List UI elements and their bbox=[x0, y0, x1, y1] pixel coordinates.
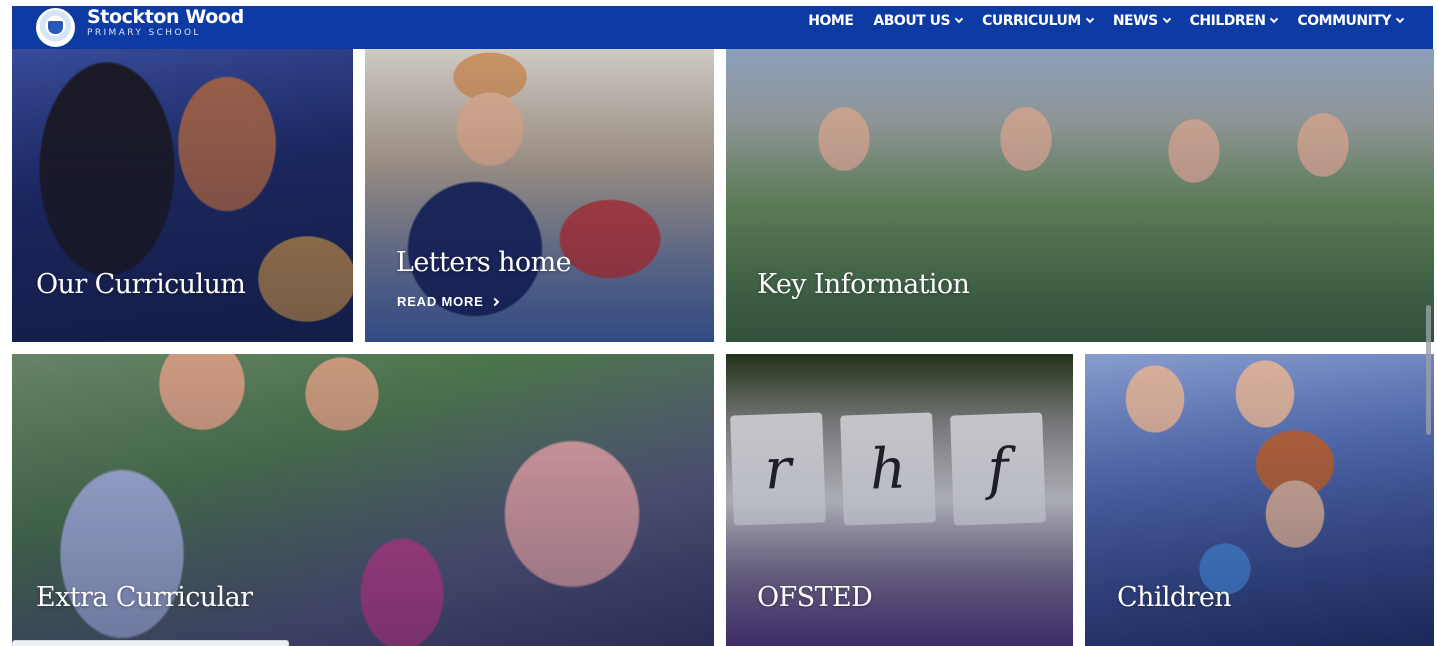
nav-news-label: NEWS bbox=[1112, 13, 1158, 29]
tile-title: Key Information bbox=[757, 269, 970, 300]
nav-community[interactable]: COMMUNITY bbox=[1297, 13, 1405, 29]
tile-extra-curricular[interactable]: Extra Curricular bbox=[12, 354, 714, 646]
tile-letters-home[interactable]: Letters home READ MORE bbox=[365, 49, 714, 342]
chevron-down-icon bbox=[1395, 14, 1405, 24]
tile-title: Extra Curricular bbox=[36, 582, 253, 613]
nav-community-label: COMMUNITY bbox=[1297, 13, 1391, 29]
nav-curriculum[interactable]: CURRICULUM bbox=[982, 13, 1095, 29]
chevron-down-icon bbox=[1085, 14, 1095, 24]
read-more-link[interactable]: READ MORE bbox=[397, 294, 499, 309]
tile-title: OFSTED bbox=[757, 582, 873, 613]
tile-our-curriculum[interactable]: Our Curriculum bbox=[12, 49, 353, 342]
tile-title: Our Curriculum bbox=[36, 269, 246, 300]
school-crest-icon[interactable] bbox=[36, 8, 75, 47]
school-subtitle: PRIMARY SCHOOL bbox=[87, 28, 201, 38]
nav-children-label: CHILDREN bbox=[1189, 13, 1266, 29]
school-name: Stockton Wood bbox=[87, 6, 244, 28]
brand-link[interactable]: Stockton Wood PRIMARY SCHOOL bbox=[87, 6, 244, 38]
tile-title: Letters home bbox=[396, 247, 572, 278]
nav-about-us-label: ABOUT US bbox=[873, 13, 951, 29]
tile-key-information[interactable]: Key Information bbox=[726, 49, 1434, 342]
nav-children[interactable]: CHILDREN bbox=[1189, 13, 1279, 29]
chevron-down-icon bbox=[1162, 14, 1171, 24]
browser-status-bar bbox=[12, 640, 289, 646]
main-nav: HOME ABOUT US CURRICULUM NEWS CHILDREN C… bbox=[808, 6, 1405, 36]
nav-curriculum-label: CURRICULUM bbox=[982, 13, 1081, 29]
site-header: Stockton Wood PRIMARY SCHOOL HOME ABOUT … bbox=[12, 6, 1433, 49]
nav-about-us[interactable]: ABOUT US bbox=[873, 13, 964, 29]
tile-ofsted[interactable]: r h f OFSTED bbox=[726, 354, 1073, 646]
nav-home-label: HOME bbox=[808, 13, 854, 29]
chevron-right-icon bbox=[490, 297, 499, 306]
chevron-down-icon bbox=[1270, 14, 1279, 24]
tile-children[interactable]: Children bbox=[1085, 354, 1434, 646]
nav-home[interactable]: HOME bbox=[808, 13, 854, 29]
nav-news[interactable]: NEWS bbox=[1112, 13, 1171, 29]
read-more-label: READ MORE bbox=[397, 294, 484, 309]
scrollbar-thumb[interactable] bbox=[1426, 305, 1431, 435]
chevron-down-icon bbox=[954, 14, 964, 24]
tile-title: Children bbox=[1117, 582, 1232, 613]
